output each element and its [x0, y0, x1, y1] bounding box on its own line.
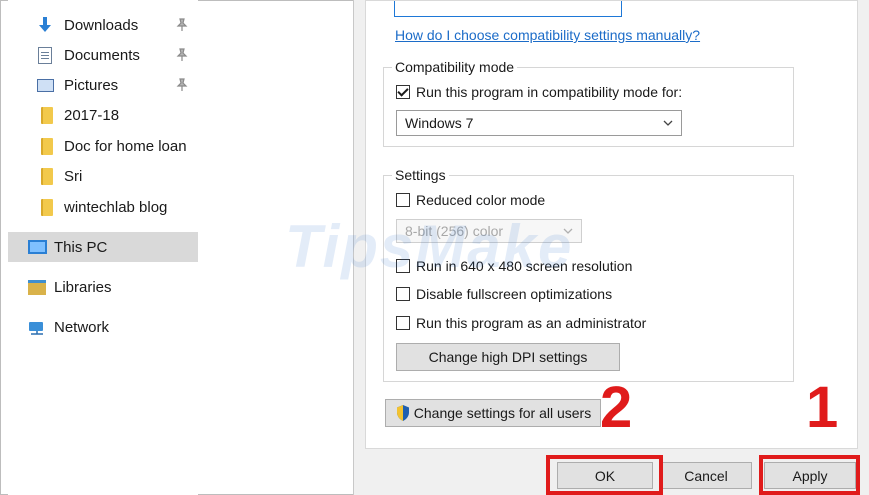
folder-icon — [38, 106, 56, 124]
reduced-color-checkbox[interactable] — [396, 193, 410, 207]
sidebar-item-network[interactable]: Network — [8, 313, 198, 341]
sidebar-item-doc-for-home-loan[interactable]: Doc for home loan — [8, 132, 198, 160]
sidebar-item-2017-18[interactable]: 2017-18 — [8, 101, 198, 129]
folder-icon — [38, 198, 56, 216]
pin-icon[interactable] — [176, 48, 188, 62]
troubleshooter-button-edge[interactable] — [394, 1, 622, 17]
group-title: Settings — [392, 167, 449, 183]
computer-icon — [26, 238, 48, 256]
reduced-color-checkbox-row[interactable]: Reduced color mode — [396, 192, 545, 208]
sidebar-item-downloads[interactable]: Downloads — [8, 11, 198, 39]
sidebar-item-sri[interactable]: Sri — [8, 162, 198, 190]
sidebar-item-label: Libraries — [54, 278, 112, 296]
pin-icon[interactable] — [176, 78, 188, 92]
change-settings-all-users-button[interactable]: Change settings for all users — [385, 399, 601, 427]
apply-button-highlight — [759, 455, 860, 495]
cancel-button[interactable]: Cancel — [660, 462, 752, 489]
checkbox-label: Run this program as an administrator — [416, 315, 647, 331]
pictures-icon — [36, 76, 54, 94]
compatibility-mode-group: Compatibility mode Run this program in c… — [383, 59, 794, 147]
folder-icon — [38, 137, 56, 155]
sidebar-item-label: Network — [54, 318, 110, 336]
step-2-label: 2 — [600, 375, 633, 440]
libraries-icon — [26, 278, 48, 296]
sidebar-item-label: Sri — [64, 167, 83, 185]
sidebar-item-label: wintechlab blog — [64, 198, 168, 216]
sidebar-item-label: 2017-18 — [64, 106, 120, 124]
network-icon — [26, 318, 48, 336]
disable-fullscreen-checkbox[interactable] — [396, 287, 410, 301]
document-icon — [36, 46, 54, 64]
pin-icon[interactable] — [176, 18, 188, 32]
sidebar-item-label: This PC — [54, 238, 108, 256]
sidebar-item-label: Pictures — [64, 76, 119, 94]
sidebar-item-wintechlab-blog[interactable]: wintechlab blog — [8, 193, 198, 221]
sidebar-item-this-pc[interactable]: This PC — [8, 232, 198, 262]
watermark-logo: TipsMake — [285, 213, 574, 280]
checkbox-label: Reduced color mode — [416, 192, 546, 208]
change-high-dpi-button[interactable]: Change high DPI settings — [396, 343, 620, 371]
uac-shield-icon — [396, 405, 409, 421]
group-title: Compatibility mode — [392, 59, 518, 75]
sidebar-item-label: Doc for home loan — [64, 137, 187, 155]
button-label: Change high DPI settings — [428, 349, 588, 365]
step-1-label: 1 — [806, 375, 839, 440]
sidebar-item-documents[interactable]: Documents — [8, 41, 198, 69]
sidebar-item-libraries[interactable]: Libraries — [8, 273, 198, 301]
explorer-sidebar: Downloads Documents Pictures 2017-18 Doc… — [8, 0, 198, 495]
checkbox-label: Disable fullscreen optimizations — [416, 286, 613, 302]
checkbox-label: Run this program in compatibility mode f… — [416, 84, 683, 100]
chevron-down-icon — [663, 120, 673, 126]
disable-fullscreen-checkbox-row[interactable]: Disable fullscreen optimizations — [396, 286, 612, 302]
select-value: Windows 7 — [405, 115, 474, 131]
run-as-admin-checkbox[interactable] — [396, 316, 410, 330]
run-as-admin-checkbox-row[interactable]: Run this program as an administrator — [396, 315, 646, 331]
download-arrow-icon — [36, 16, 54, 34]
folder-icon — [38, 167, 56, 185]
ok-button-highlight — [546, 455, 663, 495]
compat-help-link[interactable]: How do I choose compatibility settings m… — [395, 27, 700, 43]
button-label: Cancel — [684, 467, 728, 484]
compat-mode-checkbox[interactable] — [396, 85, 410, 99]
sidebar-item-label: Documents — [64, 46, 140, 64]
button-label: Change settings for all users — [413, 405, 592, 421]
compat-mode-checkbox-row[interactable]: Run this program in compatibility mode f… — [396, 84, 682, 100]
sidebar-item-label: Downloads — [64, 16, 139, 34]
os-version-select[interactable]: Windows 7 — [396, 110, 682, 136]
sidebar-item-pictures[interactable]: Pictures — [8, 71, 198, 99]
